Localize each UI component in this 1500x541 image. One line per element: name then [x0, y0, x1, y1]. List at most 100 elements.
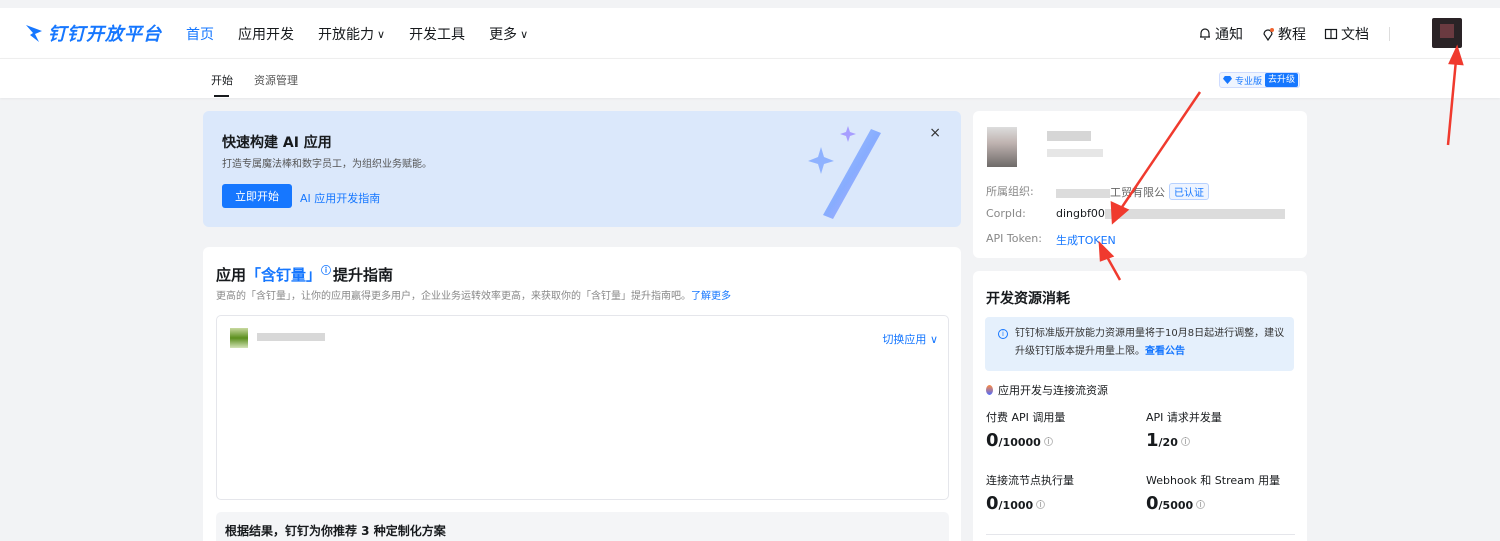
- info-icon: i: [998, 329, 1008, 339]
- org-name-visible: 工贸有限公: [1110, 186, 1165, 199]
- resource-section-header: 应用开发与连接流资源: [986, 382, 1108, 398]
- info-icon[interactable]: i: [1180, 436, 1190, 446]
- metric-limit: /1000: [998, 499, 1034, 512]
- resource-consumption-card: 开发资源消耗 i 钉钉标准版开放能力资源用量将于10月8日起进行调整，建议升级钉…: [973, 271, 1307, 541]
- nav-dev-tools[interactable]: 开发工具: [409, 24, 465, 44]
- metric-used: 0: [1146, 493, 1159, 514]
- metric-value: 0/10000 i: [986, 430, 1053, 451]
- nav-more-label: 更多: [489, 27, 518, 43]
- brand-name: 钉钉开放平台: [48, 24, 162, 45]
- nav-notify-label: 通知: [1215, 27, 1243, 43]
- org-label: 所属组织:: [986, 185, 1034, 198]
- nav-divider: [1389, 27, 1390, 41]
- ai-guide-link[interactable]: AI 应用开发指南: [300, 190, 380, 206]
- chevron-down-icon: ∨: [520, 27, 529, 41]
- guide-card: 应用「含钉量」ⓘ 提升指南 更高的「含钉量」，让你的应用赢得更多用户，企业业务运转…: [203, 247, 961, 541]
- metric-limit: /10000: [998, 436, 1041, 449]
- top-navbar: 钉钉开放平台 首页 应用开发 开放能力 ∨ 开发工具 更多 ∨ 通知 教程 文档: [0, 8, 1500, 58]
- metric-used: 0: [986, 430, 999, 451]
- diamond-icon: [1223, 76, 1232, 84]
- api-token-value: 生成TOKEN: [1056, 232, 1116, 248]
- divider: [986, 534, 1295, 535]
- chevron-down-icon: ∨: [929, 333, 938, 346]
- resource-section-label: 应用开发与连接流资源: [998, 384, 1108, 397]
- metric-limit: /20: [1158, 436, 1178, 449]
- org-avatar: [987, 127, 1017, 167]
- bell-icon: [1200, 28, 1210, 40]
- nav-home[interactable]: 首页: [186, 24, 214, 44]
- location-pin-icon: [1263, 28, 1274, 41]
- tab-resource-management[interactable]: 资源管理: [254, 72, 298, 88]
- nav-dev-tools-label: 开发工具: [409, 27, 466, 43]
- banner-title: 快速构建 AI 应用: [222, 135, 332, 151]
- metric-value: 0/1000 i: [986, 493, 1046, 514]
- org-name-redacted: [1056, 188, 1110, 198]
- dingtalk-logo-icon: [26, 25, 42, 42]
- nav-app-dev[interactable]: 应用开发: [238, 24, 294, 44]
- sub-navbar: 开始 资源管理 专业版 去升级: [0, 58, 1500, 98]
- chevron-down-icon: ∨: [377, 27, 386, 41]
- corpid-value[interactable]: dingbf00: [1056, 207, 1285, 220]
- brand-logo[interactable]: 钉钉开放平台: [24, 20, 162, 46]
- metric-label: API 请求并发量: [1146, 411, 1222, 424]
- edition-label: 专业版: [1235, 76, 1263, 87]
- info-icon[interactable]: ⓘ: [321, 266, 331, 277]
- nav-more[interactable]: 更多 ∨: [489, 24, 528, 44]
- verified-badge: 已认证: [1169, 183, 1209, 200]
- info-icon[interactable]: i: [1036, 499, 1046, 509]
- upgrade-button[interactable]: 去升级: [1265, 73, 1299, 87]
- app-name-redacted: [257, 333, 325, 341]
- learn-more-link[interactable]: 了解更多: [691, 291, 731, 302]
- metric-used: 0: [986, 493, 999, 514]
- metric-label: 付费 API 调用量: [986, 411, 1066, 424]
- nav-app-dev-label: 应用开发: [238, 27, 294, 43]
- guide-title-suffix: 提升指南: [333, 266, 394, 284]
- guide-title-highlight: 「含钉量」: [246, 266, 322, 284]
- nav-open-capabilities[interactable]: 开放能力 ∨: [318, 24, 385, 44]
- start-now-button[interactable]: 立即开始: [222, 184, 292, 208]
- user-name-redacted: [1047, 131, 1091, 141]
- info-icon[interactable]: i: [1196, 499, 1206, 509]
- guide-title-prefix: 应用: [216, 266, 247, 284]
- nav-home-label: 首页: [186, 27, 214, 43]
- metric-value: 0/5000 i: [1146, 493, 1206, 514]
- corpid-redacted: [1104, 209, 1285, 219]
- nav-notify[interactable]: 通知: [1198, 24, 1243, 44]
- close-icon[interactable]: ×: [929, 125, 941, 141]
- nav-tutorial[interactable]: 教程: [1261, 24, 1306, 44]
- tab-start[interactable]: 开始: [211, 72, 233, 97]
- user-subname-redacted: [1047, 149, 1103, 157]
- app-panel: 切换应用 ∨: [216, 315, 949, 500]
- guide-description-text: 更高的「含钉量」，让你的应用赢得更多用户，企业业务运转效率更高，来获取你的「含钉…: [216, 291, 691, 302]
- view-announcement-link[interactable]: 查看公告: [1145, 346, 1185, 357]
- switch-app-button[interactable]: 切换应用 ∨: [882, 331, 938, 347]
- nav-docs[interactable]: 文档: [1324, 24, 1369, 44]
- user-avatar[interactable]: [1432, 18, 1462, 48]
- ai-banner: 快速构建 AI 应用 打造专属魔法棒和数字员工，为组织业务赋能。 立即开始 AI…: [203, 111, 961, 227]
- nav-docs-label: 文档: [1341, 27, 1369, 43]
- app-icon: [230, 328, 248, 348]
- api-token-label: API Token:: [986, 232, 1042, 245]
- recommendation-box: 根据结果，钉钉为你推荐 3 种定制化方案: [216, 512, 949, 541]
- nav-tutorial-label: 教程: [1278, 27, 1306, 43]
- magic-wand-icon: [808, 126, 881, 219]
- tab-start-label: 开始: [211, 74, 233, 87]
- generate-token-link[interactable]: 生成TOKEN: [1056, 234, 1116, 247]
- recommendation-title: 根据结果，钉钉为你推荐 3 种定制化方案: [225, 524, 446, 538]
- corpid-visible: dingbf00: [1056, 207, 1105, 220]
- banner-subtitle: 打造专属魔法棒和数字员工，为组织业务赋能。: [222, 159, 432, 170]
- metric-label: 连接流节点执行量: [986, 474, 1074, 487]
- org-value: 工贸有限公 已认证: [1056, 183, 1209, 200]
- nav-open-capabilities-label: 开放能力: [318, 27, 374, 43]
- metric-label: Webhook 和 Stream 用量: [1146, 474, 1281, 487]
- notice-text: 钉钉标准版开放能力资源用量将于10月8日起进行调整，建议升级钉钉版本提升用量上限…: [1015, 325, 1285, 361]
- tab-resource-management-label: 资源管理: [254, 74, 298, 87]
- switch-app-label: 切换应用: [882, 333, 927, 346]
- flame-icon: [986, 385, 993, 395]
- edition-badge[interactable]: 专业版 去升级: [1219, 72, 1301, 88]
- org-info-card: 所属组织: 工贸有限公 已认证 CorpId: dingbf00 API Toke…: [973, 111, 1307, 258]
- info-icon[interactable]: i: [1043, 436, 1053, 446]
- guide-title: 应用「含钉量」ⓘ 提升指南: [216, 262, 393, 285]
- resources-title: 开发资源消耗: [986, 291, 1070, 307]
- metric-limit: /5000: [1158, 499, 1194, 512]
